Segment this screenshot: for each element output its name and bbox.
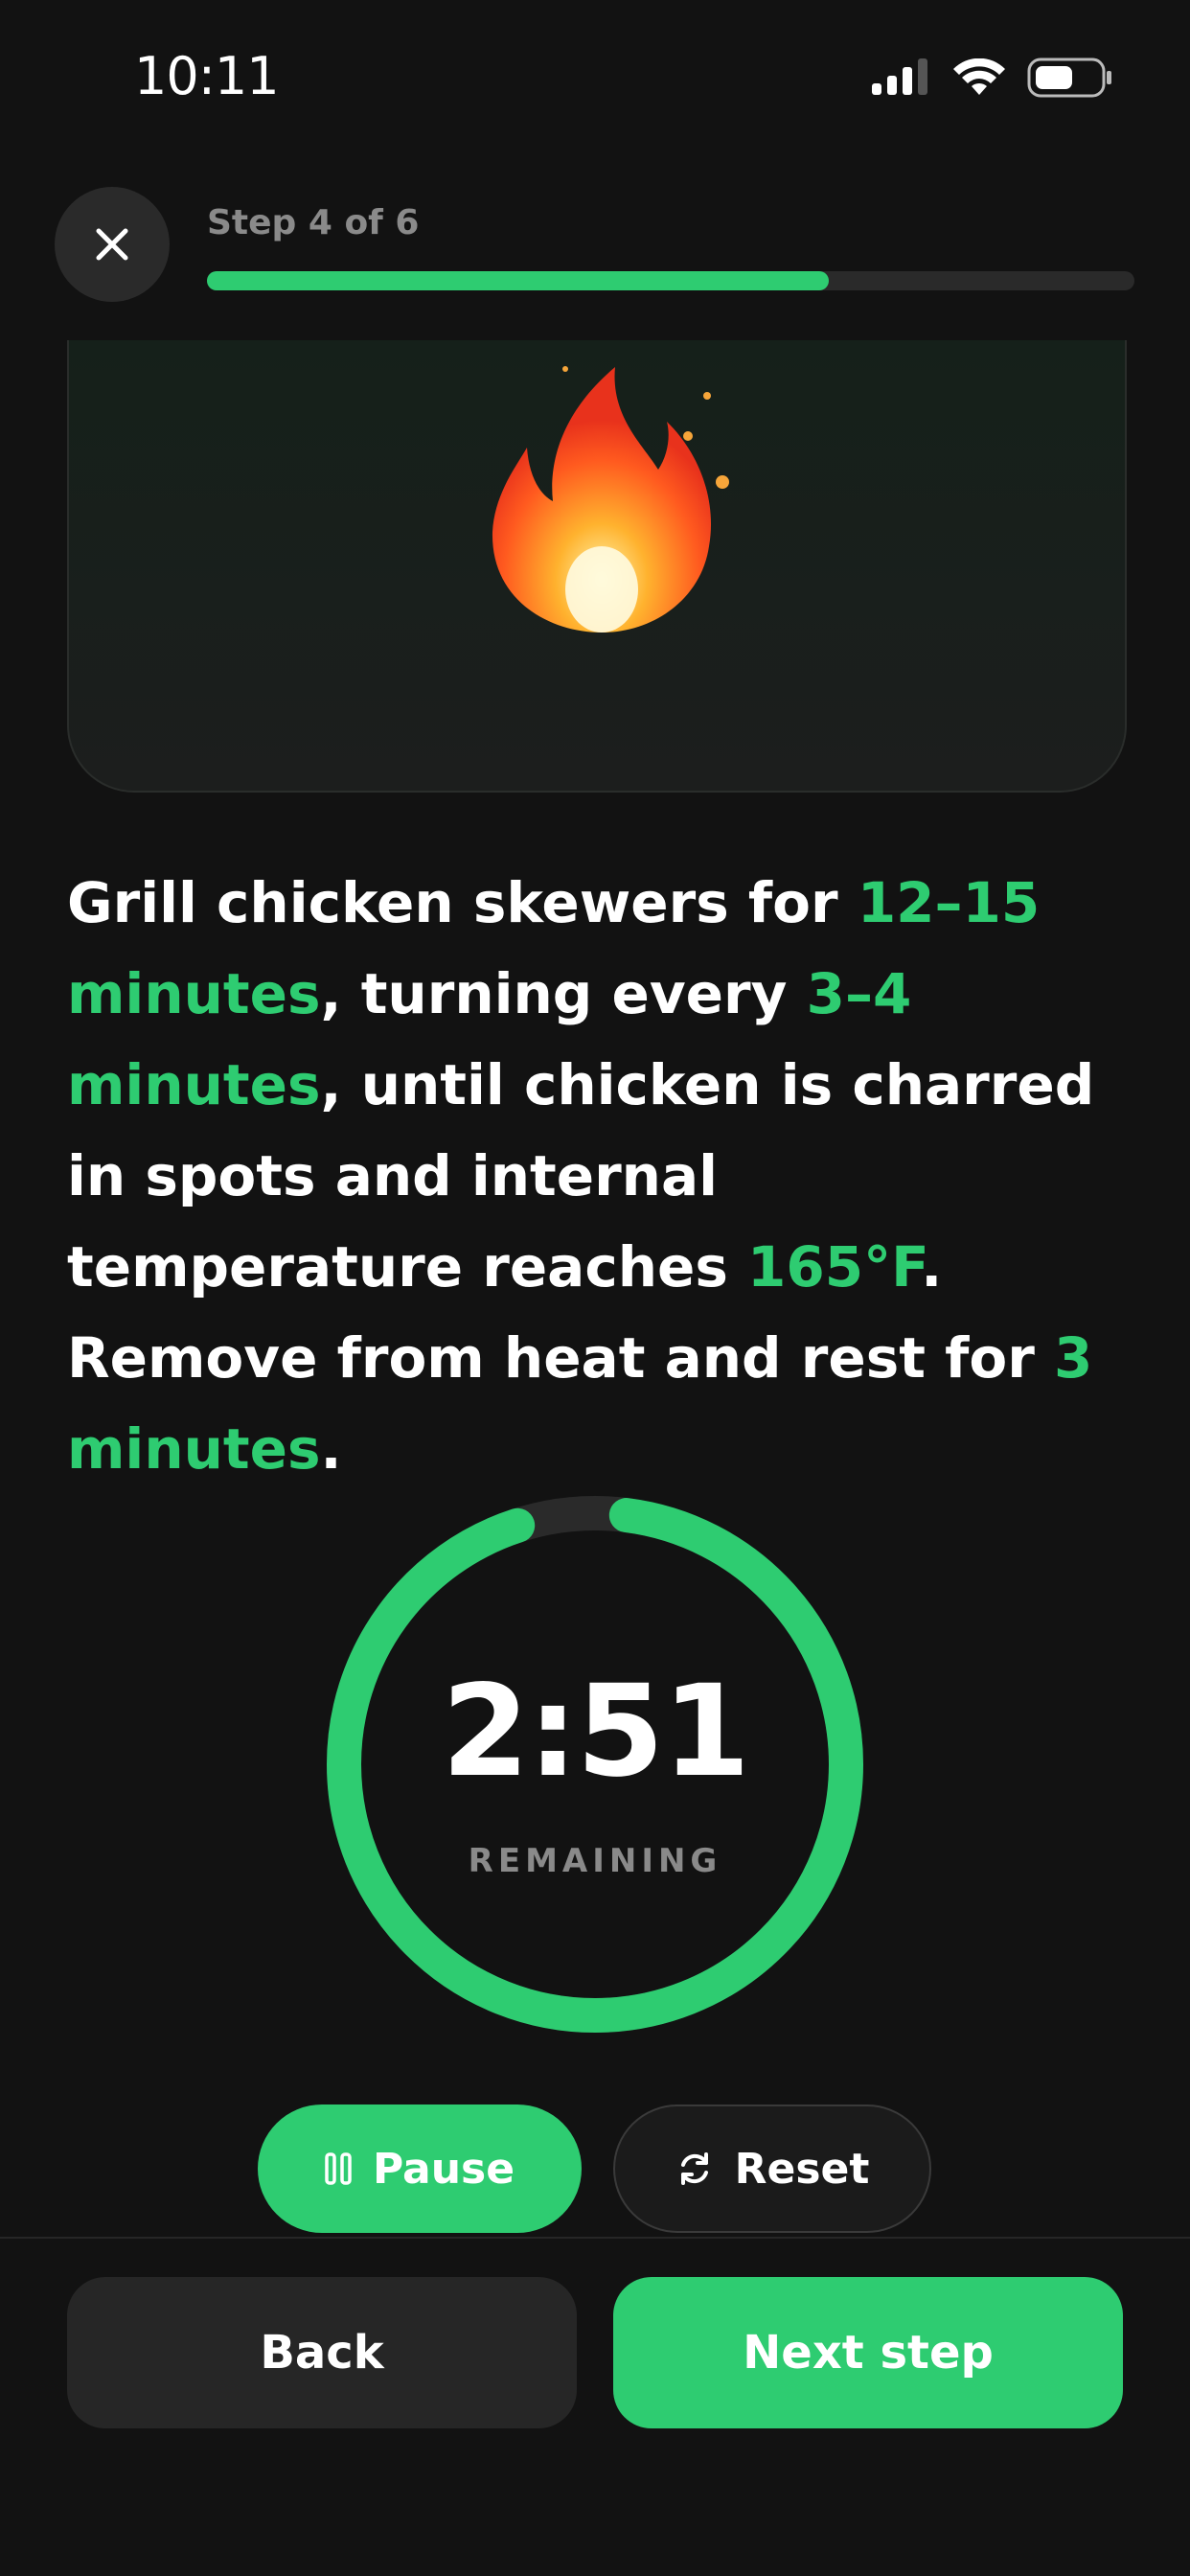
pause-button[interactable]: Pause (258, 2104, 582, 2233)
reset-button[interactable]: Reset (613, 2104, 931, 2233)
timer-remaining-time: 2:51 (441, 1658, 750, 1806)
battery-icon (1027, 58, 1111, 98)
next-step-label: Next step (743, 2326, 994, 2380)
cellular-signal-icon (872, 58, 927, 95)
instruction-highlight: 165°F (747, 1234, 922, 1300)
footer-divider (0, 2237, 1190, 2239)
back-label: Back (260, 2326, 384, 2380)
pause-icon (325, 2152, 352, 2185)
instruction-text: Grill chicken skewers for (67, 870, 858, 935)
step-instruction-text: Grill chicken skewers for 12–15 minutes,… (67, 858, 1131, 1495)
instruction-text: . (320, 1416, 342, 1482)
next-step-button[interactable]: Next step (613, 2277, 1123, 2428)
back-button[interactable]: Back (67, 2277, 577, 2428)
pause-label: Pause (372, 2144, 515, 2194)
step-progress-fill (207, 271, 829, 290)
step-indicator: Step 4 of 6 (207, 203, 420, 242)
step-progress-bar (207, 271, 1134, 290)
status-time: 10:11 (134, 46, 280, 106)
reset-label: Reset (734, 2144, 870, 2194)
instruction-text: , turning every (320, 961, 807, 1026)
close-icon (96, 228, 128, 261)
timer-remaining-label: REMAINING (468, 1842, 722, 1880)
status-icons (870, 58, 1113, 98)
fire-icon (492, 366, 729, 632)
wifi-icon (953, 58, 1005, 95)
step-image-card (67, 340, 1127, 793)
close-button[interactable] (55, 187, 170, 302)
reset-icon (680, 2152, 708, 2185)
